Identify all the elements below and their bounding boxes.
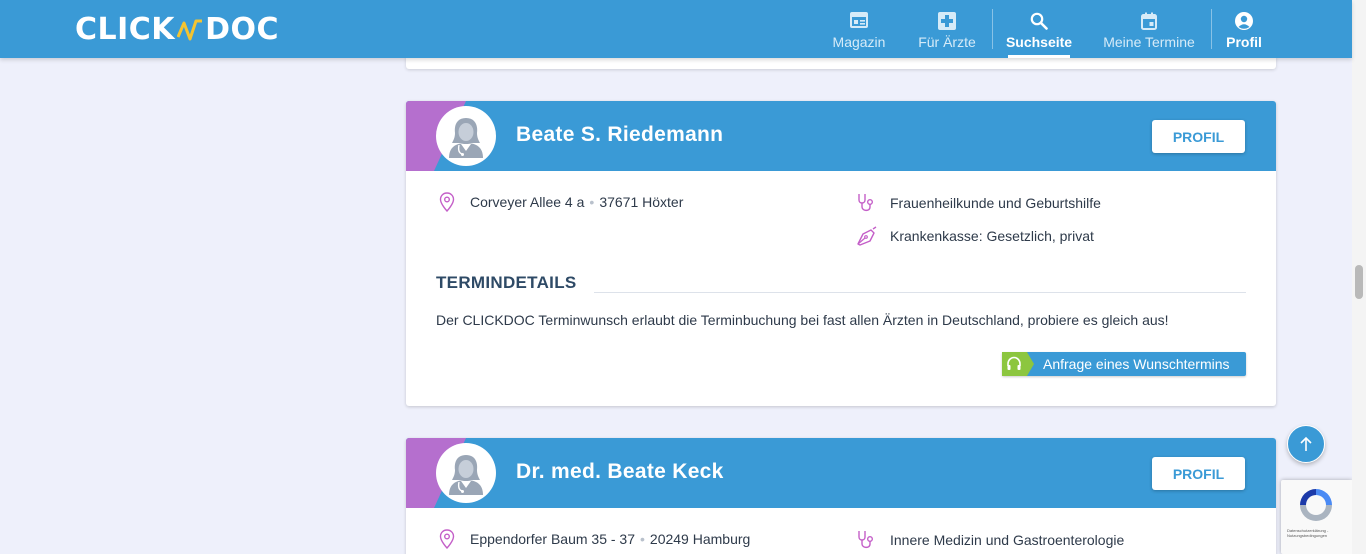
- doctor-card: Beate S. Riedemann PROFIL Corveyer Allee…: [406, 101, 1276, 406]
- arrow-up-icon: [1300, 436, 1312, 451]
- pulse-icon: [177, 19, 203, 40]
- scrollbar-thumb[interactable]: [1355, 265, 1363, 299]
- nav-magazin-label: Magazin: [832, 34, 886, 50]
- scroll-to-top-button[interactable]: [1287, 425, 1325, 463]
- location-pin-icon: [436, 192, 458, 212]
- separator-dot: •: [589, 194, 595, 210]
- request-appointment-label: Anfrage eines Wunschtermins: [1043, 356, 1230, 372]
- specialty-text: Frauenheilkunde und Geburtshilfe: [890, 195, 1101, 211]
- doctor-card: Dr. med. Beate Keck PROFIL Eppendorfer B…: [406, 438, 1276, 554]
- doctor-card-header: Beate S. Riedemann PROFIL: [406, 101, 1276, 171]
- nav-suchseite-label: Suchseite: [1005, 34, 1073, 50]
- stethoscope-icon: [856, 529, 878, 551]
- nav-fuer-aerzte[interactable]: Für Ärzte: [917, 0, 977, 58]
- magazine-icon: [850, 12, 868, 32]
- headset-icon: [1002, 352, 1034, 376]
- specialty-text: Innere Medizin und Gastroenterologie: [890, 532, 1125, 548]
- nav-magazin[interactable]: Magazin: [832, 0, 886, 58]
- specialty-row: Innere Medizin und Gastroenterologie: [856, 529, 1124, 551]
- doctor-avatar: [436, 106, 496, 166]
- calendar-icon: [1141, 12, 1157, 32]
- request-appointment-button[interactable]: Anfrage eines Wunschtermins: [1002, 352, 1246, 376]
- location-pin-icon: [436, 529, 458, 549]
- address-city: 37671 Höxter: [599, 194, 684, 210]
- address-row: Corveyer Allee 4 a • 37671 Höxter: [436, 192, 683, 212]
- recaptcha-badge[interactable]: Datenschutzerklärung - Nutzungsbedingung…: [1281, 480, 1352, 554]
- stethoscope-icon: [856, 192, 878, 214]
- insurance-row: Krankenkasse: Gesetzlich, privat: [856, 226, 1094, 246]
- address-street: Eppendorfer Baum 35 - 37: [470, 531, 635, 547]
- female-doctor-icon: [449, 455, 483, 495]
- medical-cross-icon: [938, 12, 956, 32]
- logo-text-doc: DOC: [205, 12, 279, 47]
- nav-profil[interactable]: Profil: [1226, 0, 1262, 58]
- logo-text-click: CLICK: [75, 12, 176, 47]
- profil-button[interactable]: PROFIL: [1152, 120, 1245, 153]
- doctor-card-header: Dr. med. Beate Keck PROFIL: [406, 438, 1276, 508]
- nav-meine-termine-label: Meine Termine: [1103, 34, 1195, 50]
- insurance-text: Krankenkasse: Gesetzlich, privat: [890, 228, 1094, 244]
- address-city: 20249 Hamburg: [649, 531, 751, 547]
- page-scrollbar[interactable]: [1352, 0, 1366, 554]
- specialty-row: Frauenheilkunde und Geburtshilfe: [856, 192, 1101, 214]
- nav-divider: [992, 9, 993, 49]
- recaptcha-icon: [1300, 489, 1332, 521]
- pen-nib-icon: [856, 226, 878, 246]
- address-row: Eppendorfer Baum 35 - 37 • 20249 Hamburg: [436, 529, 750, 549]
- termindetails-title: TERMINDETAILS: [436, 273, 577, 292]
- section-divider: [594, 292, 1246, 293]
- female-doctor-icon: [449, 118, 483, 158]
- termindetails-text: Der CLICKDOC Terminwunsch erlaubt die Te…: [436, 312, 1169, 328]
- doctor-avatar: [436, 443, 496, 503]
- nav-meine-termine[interactable]: Meine Termine: [1102, 0, 1196, 58]
- search-icon: [1030, 12, 1048, 32]
- doctor-name: Dr. med. Beate Keck: [516, 460, 724, 483]
- clickdoc-logo[interactable]: CLICK DOC: [75, 12, 279, 47]
- nav-suchseite[interactable]: Suchseite: [1005, 0, 1073, 58]
- profil-button[interactable]: PROFIL: [1152, 457, 1245, 490]
- recaptcha-links[interactable]: Datenschutzerklärung - Nutzungsbedingung…: [1287, 528, 1347, 538]
- user-icon: [1235, 12, 1253, 32]
- app-header: CLICK DOC Magazin Für Ärzte Suchseite Me…: [0, 0, 1352, 58]
- doctor-name: Beate S. Riedemann: [516, 123, 724, 146]
- nav-profil-label: Profil: [1226, 34, 1262, 50]
- address-street: Corveyer Allee 4 a: [470, 194, 585, 210]
- nav-divider: [1211, 9, 1212, 49]
- separator-dot: •: [640, 531, 645, 547]
- nav-fuer-aerzte-label: Für Ärzte: [918, 34, 976, 50]
